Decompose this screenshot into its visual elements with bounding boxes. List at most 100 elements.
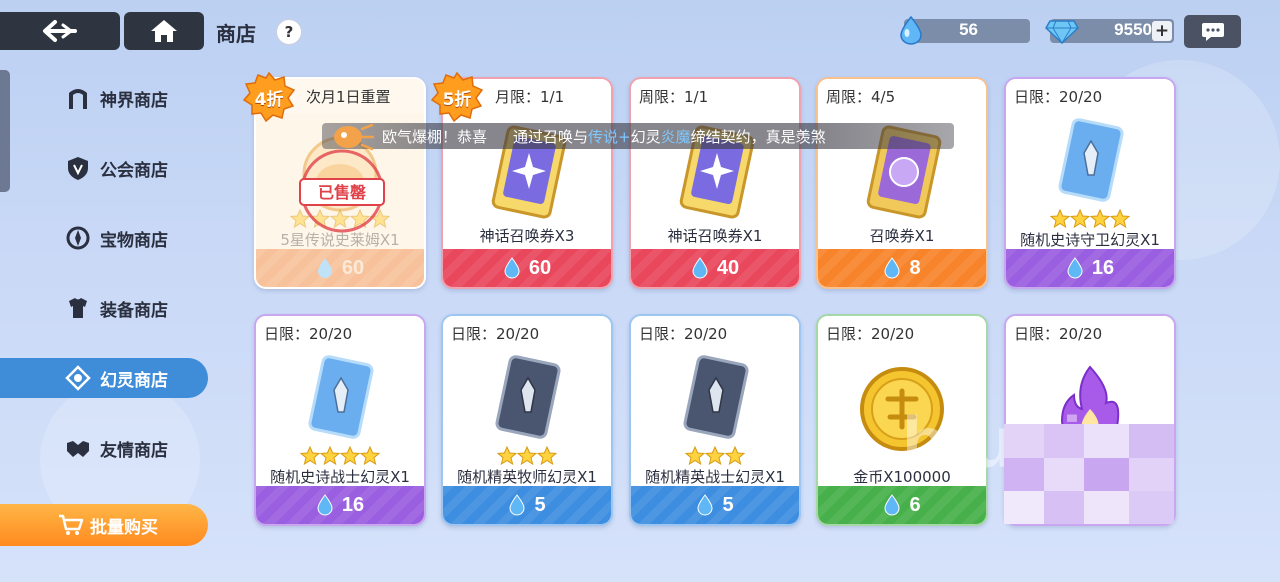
sidebar-item-equipment-shop[interactable]: 装备商店: [0, 288, 210, 328]
price-value: 6: [909, 493, 921, 516]
discount-badge: 4折: [242, 72, 296, 122]
star-icon: [497, 446, 517, 466]
add-currency-button[interactable]: +: [1152, 21, 1172, 41]
water-drop-icon: [1067, 257, 1083, 279]
drop-currency-display: 56: [900, 15, 1030, 45]
star-icon: [725, 446, 745, 466]
water-drop-icon: [900, 15, 922, 45]
shield-icon: [64, 154, 92, 182]
discount-badge: 5折: [430, 72, 484, 122]
shop-card[interactable]: 日限：20/20 随机史诗守卫幻灵X1 16: [1004, 77, 1176, 289]
gem-currency-display: 9550 +: [1045, 19, 1174, 45]
chat-bubble-icon: [1201, 22, 1224, 41]
broadcast-text-4: 缔结契约，真是羡煞: [690, 127, 826, 146]
water-drop-icon: [697, 494, 713, 516]
broadcast-text-3: 幻灵: [630, 127, 661, 146]
water-drop-icon: [317, 258, 332, 278]
price-value: 16: [341, 493, 365, 516]
broadcast-highlight-name: 炎魔: [660, 127, 691, 146]
sold-out-stamp: 已售罄: [296, 145, 388, 237]
purchase-limit: 日限：20/20: [443, 316, 611, 350]
back-button[interactable]: [0, 12, 120, 50]
gem-currency-value: 9550: [1114, 20, 1152, 39]
arch-icon: [64, 84, 92, 112]
price-value: 16: [1091, 256, 1115, 279]
sidebar-item-label: 神界商店: [100, 90, 168, 111]
star-icon: [1050, 209, 1070, 229]
shop-card[interactable]: 周限：1/1 神话召唤券X1 40: [629, 77, 801, 289]
shop-card[interactable]: 日限：20/20 随机精英战士幻灵X1 5: [629, 314, 801, 526]
shop-card[interactable]: 周限：4/5 召唤券X1 8: [816, 77, 988, 289]
purchase-limit: 日限：20/20: [256, 316, 424, 350]
water-drop-icon: [317, 494, 333, 516]
star-icon: [300, 446, 320, 466]
home-button[interactable]: [124, 12, 204, 50]
item-name: 召唤券X1: [869, 227, 935, 245]
item-art: [1006, 113, 1174, 209]
shop-card[interactable]: 日限：20/20 随机精英牧师幻灵X1 5: [441, 314, 613, 526]
price-band: 40: [631, 249, 799, 287]
water-drop-icon: [884, 494, 900, 516]
price-value: 8: [909, 256, 921, 279]
star-icon: [340, 446, 360, 466]
shop-card[interactable]: 日限：20/20 随机史诗战士幻灵X1 16: [254, 314, 426, 526]
water-drop-icon: [692, 257, 708, 279]
price-value: 60: [528, 256, 552, 279]
sold-out-label: 已售罄: [317, 183, 366, 202]
purchase-limit: 周限：1/1: [631, 79, 799, 113]
star-icon: [705, 446, 725, 466]
elite-warrior-card-icon: [683, 355, 749, 439]
broadcast-banner: 欧气爆棚！恭喜 通过召唤与 传说+ 幻灵 炎魔 缔结契约，真是羡煞: [322, 123, 954, 151]
purchase-limit: 日限：20/20: [631, 316, 799, 350]
megaphone-icon: [334, 123, 374, 151]
back-arrow-icon: [43, 20, 77, 42]
item-name: 神话召唤券X1: [667, 227, 763, 245]
price-value: 5: [534, 493, 546, 516]
home-icon: [151, 20, 177, 42]
star-icon: [360, 446, 380, 466]
price-band: 16: [256, 486, 424, 524]
top-bar: 商店 ? 56 9550 +: [0, 0, 1280, 62]
epic-warrior-card-icon: [308, 355, 374, 439]
price-value: 40: [716, 256, 740, 279]
broadcast-highlight-rarity: 传说+: [588, 127, 631, 146]
purchase-limit: 日限：20/20: [818, 316, 986, 350]
sidebar-item-treasure-shop[interactable]: 宝物商店: [0, 218, 210, 258]
sidebar-item-spirit-shop[interactable]: 幻灵商店: [0, 358, 208, 398]
price-band: 6: [818, 486, 986, 524]
epic-guardian-card-icon: [1058, 118, 1124, 202]
price-band: 5: [443, 486, 611, 524]
price-band: 60: [256, 249, 424, 287]
price-band: 16: [1006, 249, 1174, 287]
sidebar-item-label: 宝物商店: [100, 230, 168, 251]
water-drop-icon: [884, 257, 900, 279]
sidebar-item-label: 装备商店: [100, 300, 168, 321]
price-value: 5: [722, 493, 734, 516]
sidebar-item-label: 幻灵商店: [100, 370, 168, 391]
diamond-icon: [1045, 20, 1079, 45]
broadcast-text-2: 通过召唤与: [513, 127, 589, 146]
bulk-buy-label: 批量购买: [90, 517, 158, 538]
water-drop-icon: [504, 257, 520, 279]
purchase-limit: 日限：20/20: [1006, 316, 1174, 350]
star-icon: [1110, 209, 1130, 229]
item-art: [443, 350, 611, 446]
star-icon: [1090, 209, 1110, 229]
page-title: 商店: [216, 22, 256, 46]
chat-button[interactable]: [1184, 15, 1241, 48]
cart-icon: [58, 513, 84, 537]
star-icon: [537, 446, 557, 466]
price-band: 8: [818, 249, 986, 287]
sidebar-item-friendship-shop[interactable]: 友情商店: [0, 428, 210, 468]
discount-label: 5折: [442, 89, 472, 110]
sidebar-item-guild-shop[interactable]: 公会商店: [0, 148, 210, 188]
star-icon: [517, 446, 537, 466]
item-art: [631, 350, 799, 446]
handshake-icon: [64, 434, 92, 462]
star-icon: [685, 446, 705, 466]
elite-priest-card-icon: [495, 355, 561, 439]
help-button[interactable]: ?: [276, 19, 302, 45]
sidebar-item-divine-shop[interactable]: 神界商店: [0, 78, 210, 118]
discount-label: 4折: [254, 89, 284, 110]
bulk-buy-button[interactable]: 批量购买: [0, 504, 208, 546]
